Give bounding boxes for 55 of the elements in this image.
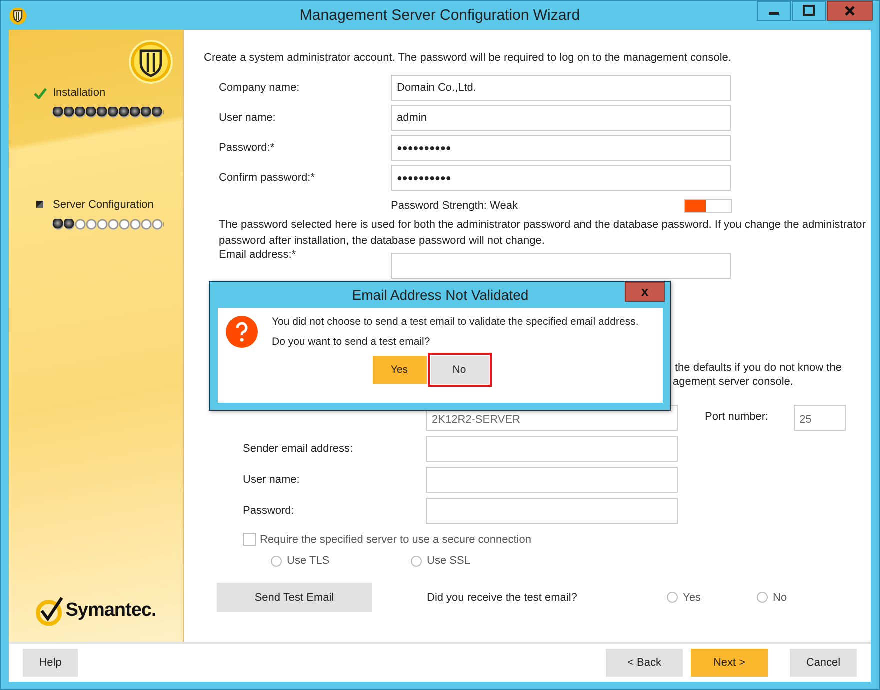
close-button[interactable]: x xyxy=(625,282,665,302)
footer-button[interactable]: Cancel xyxy=(790,649,857,677)
field-label: User name: xyxy=(219,112,277,124)
field-label: Email address:* xyxy=(219,249,298,261)
note-text: The password selected here is used for both the administrator password and the database password. If you change the administrator password after installation, the database password will not change. xyxy=(219,218,867,249)
window-title: Management Server Configuration Wizard xyxy=(300,7,580,24)
input-field[interactable] xyxy=(426,467,678,493)
checkbox[interactable] xyxy=(243,533,256,546)
input-field[interactable]: admin xyxy=(391,105,731,131)
shield-icon xyxy=(9,6,27,24)
strength-label: Password Strength: Weak xyxy=(391,200,519,212)
send-test-email-button[interactable]: Send Test Email xyxy=(217,583,372,612)
field-label: Port number: xyxy=(705,411,769,423)
checkbox-label: Require the specified server to use a secure connection xyxy=(260,534,532,546)
dialog-title: Email Address Not Validated xyxy=(352,287,529,303)
question-icon xyxy=(226,316,258,348)
radio-button[interactable] xyxy=(411,556,422,566)
field-label: Sender email address: xyxy=(243,443,354,455)
radio-button[interactable] xyxy=(667,592,678,603)
close-button[interactable] xyxy=(827,1,873,21)
brand-name: Symantec. xyxy=(66,600,156,622)
note-text: agement server console. xyxy=(673,376,794,388)
input-field[interactable] xyxy=(426,498,678,524)
minimize-button[interactable] xyxy=(757,1,791,21)
field-label: User name: xyxy=(243,474,301,486)
field-label: Password: xyxy=(243,505,296,517)
dialog-message: Do you want to send a test email? xyxy=(272,336,432,348)
field-label: Password:* xyxy=(219,142,276,154)
step-label: Installation xyxy=(53,87,106,99)
radio-button[interactable] xyxy=(757,592,768,603)
input-field[interactable] xyxy=(391,253,731,279)
question-text: Did you receive the test email? xyxy=(427,592,578,604)
checkmark-logo-icon xyxy=(36,596,66,626)
password-field[interactable]: ●●●●●●●●●● xyxy=(391,165,731,191)
field-label: Confirm password:* xyxy=(219,172,316,184)
note-text: the defaults if you do not know the xyxy=(675,362,842,374)
input-field[interactable]: Domain Co.,Ltd. xyxy=(391,75,731,101)
radio-label: Yes xyxy=(683,592,701,604)
footer-button[interactable]: Help xyxy=(23,649,78,677)
input-field[interactable] xyxy=(426,436,678,462)
field-label: Company name: xyxy=(219,82,301,94)
step-label: Server Configuration xyxy=(53,199,154,211)
dialog-button[interactable]: Yes xyxy=(372,356,426,384)
intro-text: Create a system administrator account. The password will be required to log on to the management console. xyxy=(204,52,732,64)
shield-icon xyxy=(129,40,173,84)
maximize-button[interactable] xyxy=(792,1,826,21)
radio-label: Use SSL xyxy=(427,555,470,567)
password-field[interactable]: ●●●●●●●●●● xyxy=(391,135,731,161)
radio-label: Use TLS xyxy=(287,555,330,567)
radio-label: No xyxy=(773,592,788,604)
radio-button[interactable] xyxy=(271,556,282,566)
footer-button[interactable]: Next > xyxy=(691,649,768,677)
input-field[interactable]: 25 xyxy=(794,405,846,431)
footer-button[interactable]: < Back xyxy=(606,649,683,677)
dialog-message: You did not choose to send a test email to validate the specified email address. xyxy=(272,316,639,328)
